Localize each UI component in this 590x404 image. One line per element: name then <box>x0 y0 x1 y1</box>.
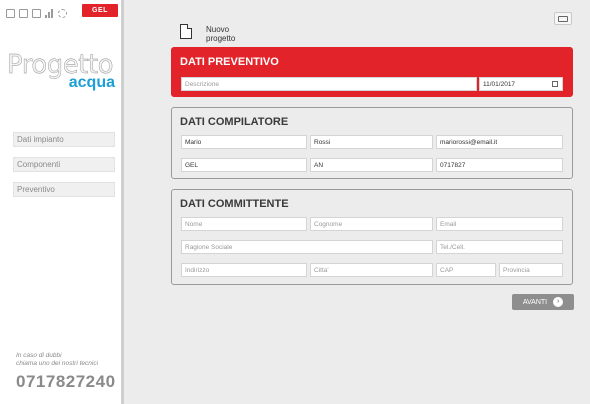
gear-icon[interactable] <box>58 9 67 18</box>
help-line-1: In caso di dubbi <box>16 352 62 359</box>
compilatore-provincia-input[interactable]: AN <box>310 158 433 172</box>
committente-ragione-input[interactable]: Ragione Sociale <box>181 240 433 254</box>
avanti-button[interactable]: AVANTI › <box>512 294 574 310</box>
sidebar-nav: Dati impianto Componenti Preventivo <box>13 132 115 207</box>
support-phone: 0717827240 <box>16 372 116 391</box>
descrizione-input[interactable]: Descrizione <box>181 77 477 91</box>
compilatore-email-input[interactable]: mariorossi@email.it <box>436 135 563 149</box>
chart-icon[interactable] <box>45 9 54 18</box>
keyboard-button[interactable] <box>554 12 572 25</box>
committente-nome-input[interactable]: Nome <box>181 217 307 231</box>
brand-badge: GEL <box>82 4 118 17</box>
new-project-line-2: progetto <box>206 34 236 43</box>
compilatore-nome-input[interactable]: Mario <box>181 135 307 149</box>
preventivo-title: DATI PREVENTIVO <box>180 56 279 68</box>
avanti-label: AVANTI <box>522 298 548 306</box>
help-text: In caso di dubbi chiama uno dei nostri t… <box>16 352 116 368</box>
committente-email-input[interactable]: Email <box>436 217 563 231</box>
top-icons <box>6 9 67 18</box>
committente-tel-input[interactable]: Tel./Cell. <box>436 240 563 254</box>
new-project-link[interactable]: Nuovo progetto <box>206 25 235 43</box>
sidebar: GEL Progetto acqua Dati impianto Compone… <box>0 0 124 404</box>
committente-panel: DATI COMMITTENTE Nome Cognome Email Ragi… <box>171 189 573 285</box>
app-logo: Progetto acqua <box>7 52 119 91</box>
compilatore-panel: DATI COMPILATORE Mario Rossi mariorossi@… <box>171 107 573 179</box>
compilatore-cognome-input[interactable]: Rossi <box>310 135 433 149</box>
new-project-line-1: Nuovo <box>206 25 230 34</box>
committente-citta-input[interactable]: Citta' <box>310 263 433 277</box>
date-value: 11/01/2017 <box>483 81 516 88</box>
committente-indirizzo-input[interactable]: Indirizzo <box>181 263 307 277</box>
date-input[interactable]: 11/01/2017 <box>479 77 563 91</box>
sidebar-item-dati-impianto[interactable]: Dati impianto <box>13 132 115 147</box>
compilatore-title: DATI COMPILATORE <box>180 116 289 128</box>
mail-icon[interactable] <box>32 9 41 18</box>
preventivo-panel: DATI PREVENTIVO Descrizione 11/01/2017 <box>171 47 573 97</box>
new-document-icon[interactable] <box>180 24 192 39</box>
sidebar-item-componenti[interactable]: Componenti <box>13 157 115 172</box>
committente-provincia-input[interactable]: Provincia <box>499 263 563 277</box>
help-line-2: chiama uno dei nostri tecnici <box>16 360 99 367</box>
document-icon[interactable] <box>19 9 28 18</box>
keyboard-icon <box>558 15 568 22</box>
arrow-right-icon: › <box>553 297 564 307</box>
committente-cap-input[interactable]: CAP <box>436 263 496 277</box>
home-icon[interactable] <box>6 9 15 18</box>
calendar-icon[interactable] <box>552 81 558 87</box>
compilatore-ragione-input[interactable]: GEL <box>181 158 307 172</box>
sidebar-item-preventivo[interactable]: Preventivo <box>13 182 115 197</box>
compilatore-tel-input[interactable]: 0717827 <box>436 158 563 172</box>
committente-cognome-input[interactable]: Cognome <box>310 217 433 231</box>
committente-title: DATI COMMITTENTE <box>180 198 289 210</box>
